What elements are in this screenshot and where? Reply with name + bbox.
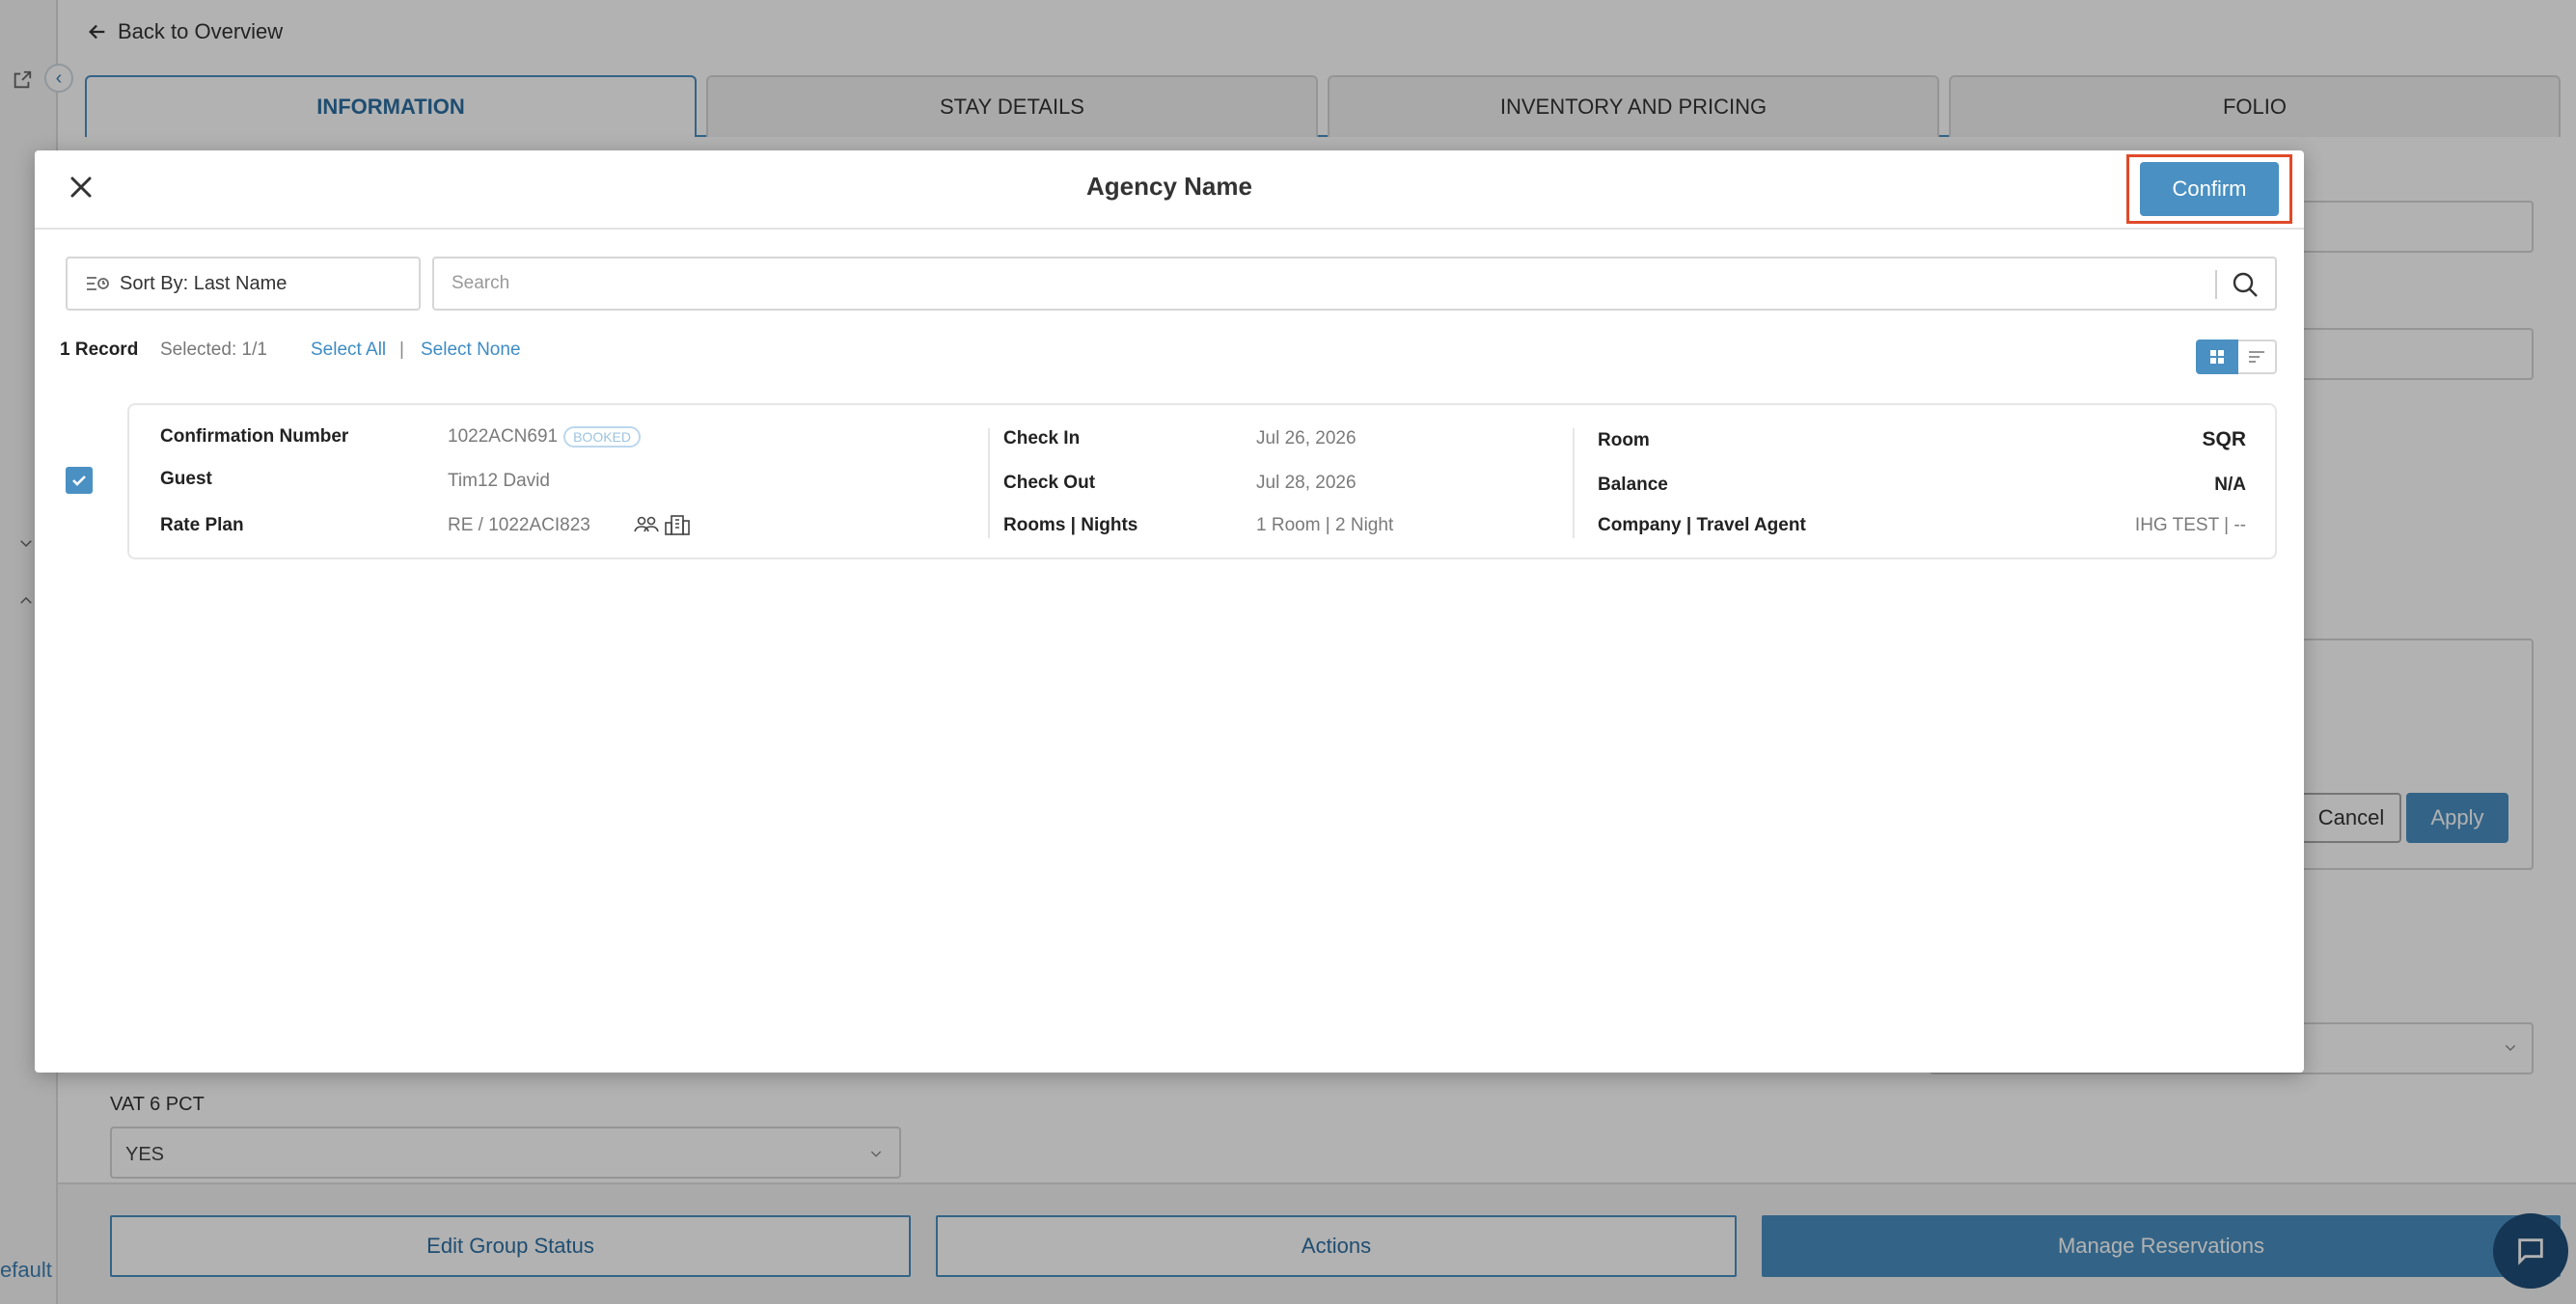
sort-label: Sort By: Last Name — [120, 272, 288, 294]
grid-view-toggle[interactable] — [2196, 340, 2238, 374]
balance-value: N/A — [2214, 475, 2246, 495]
select-none-link[interactable]: Select None — [421, 340, 521, 361]
group-icon — [634, 516, 659, 532]
selected-count: Selected: 1/1 — [160, 340, 267, 360]
checkmark-icon — [72, 475, 86, 486]
grid-view-icon — [2210, 350, 2224, 364]
modal-header: Agency Name Confirm — [35, 150, 2304, 230]
guest-label: Guest — [160, 469, 212, 489]
search-icon[interactable] — [2231, 270, 2260, 299]
company-travel-agent-label: Company | Travel Agent — [1598, 515, 1806, 535]
room-value: SQR — [2202, 428, 2246, 450]
record-count: 1 Record — [60, 340, 139, 360]
list-view-toggle[interactable] — [2238, 340, 2277, 374]
building-icon — [665, 515, 690, 535]
check-out-label: Check Out — [1003, 473, 1096, 493]
confirm-button[interactable]: Confirm — [2140, 162, 2279, 216]
company-travel-agent-value: IHG TEST | -- — [2134, 515, 2246, 535]
room-label: Room — [1598, 430, 1650, 450]
search-divider — [2215, 270, 2217, 299]
column-divider — [988, 428, 990, 538]
agency-name-modal: Agency Name Confirm Sort By: Last Name 1… — [35, 150, 2304, 1073]
rooms-nights-label: Rooms | Nights — [1003, 515, 1138, 535]
search-box — [432, 257, 2277, 311]
confirmation-number-text: 1022ACN691 — [448, 426, 559, 448]
rate-plan-value: RE / 1022ACI823 — [448, 515, 590, 535]
check-in-value: Jul 26, 2026 — [1256, 428, 1357, 448]
select-all-link[interactable]: Select All — [311, 340, 386, 361]
sort-dropdown[interactable]: Sort By: Last Name — [66, 257, 421, 311]
link-separator: | — [399, 340, 404, 360]
rooms-nights-value: 1 Room | 2 Night — [1256, 515, 1394, 535]
check-in-label: Check In — [1003, 428, 1081, 448]
reservation-checkbox[interactable] — [66, 467, 93, 494]
check-out-value: Jul 28, 2026 — [1256, 473, 1357, 493]
reservation-card[interactable]: Confirmation Number 1022ACN691 BOOKED Gue… — [127, 403, 2277, 559]
search-input[interactable] — [436, 260, 2202, 307]
balance-label: Balance — [1598, 475, 1668, 495]
confirmation-number-label: Confirmation Number — [160, 426, 349, 447]
guest-value: Tim12 David — [448, 471, 550, 491]
column-divider — [1573, 428, 1575, 538]
sort-icon — [87, 277, 109, 290]
list-view-icon — [2249, 351, 2264, 363]
confirmation-number-value: 1022ACN691 BOOKED — [448, 426, 641, 448]
modal-title: Agency Name — [1086, 172, 1252, 201]
status-badge: BOOKED — [563, 426, 641, 448]
rate-plan-label: Rate Plan — [160, 515, 244, 535]
